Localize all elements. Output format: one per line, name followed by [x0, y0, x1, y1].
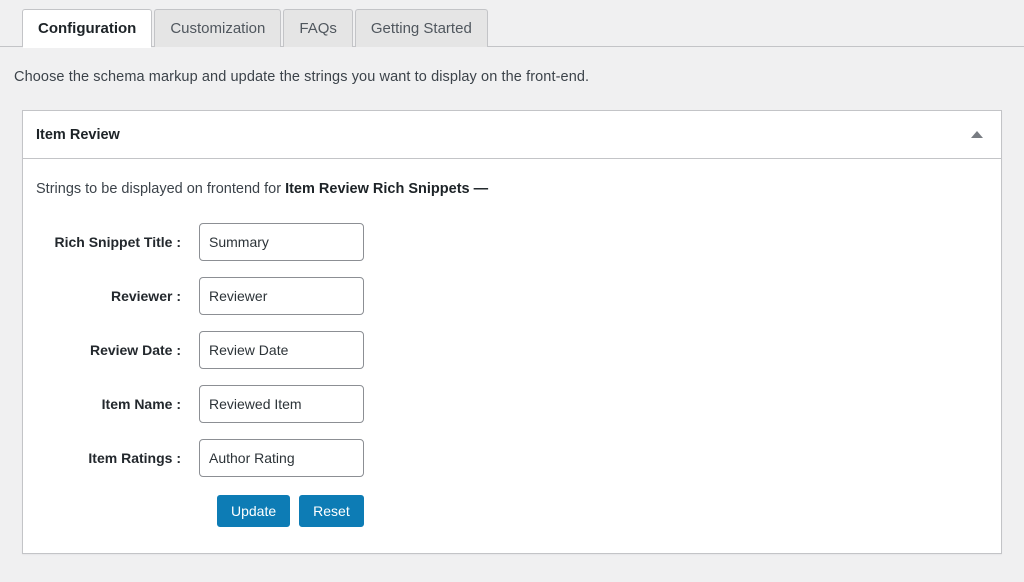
tab-strip: Configuration Customization FAQs Getting…: [0, 0, 1024, 48]
tab-configuration[interactable]: Configuration: [22, 9, 153, 48]
tab-getting-started[interactable]: Getting Started: [354, 9, 488, 47]
panel-subtitle: Strings to be displayed on frontend for …: [36, 181, 988, 197]
label-item-name: Item Name :: [101, 396, 181, 412]
label-item-ratings: Item Ratings :: [88, 450, 181, 466]
update-button[interactable]: Update: [217, 495, 291, 527]
panel-subtitle-prefix: Strings to be displayed on frontend for: [36, 181, 286, 197]
tab-customization[interactable]: Customization: [154, 9, 282, 47]
caret-up-glyph: [971, 131, 983, 138]
panel-body: Strings to be displayed on frontend for …: [23, 159, 1001, 553]
field-row-item-name: Item Name :: [36, 385, 988, 423]
label-rich-snippet-title: Rich Snippet Title :: [54, 234, 181, 250]
tab-label: Customization: [170, 20, 266, 37]
tab-label: FAQs: [299, 20, 337, 37]
item-review-panel: Item Review Strings to be displayed on f…: [22, 110, 1002, 554]
form-actions: Update Reset: [217, 495, 988, 527]
input-reviewer[interactable]: [199, 277, 364, 315]
field-row-review-date: Review Date :: [36, 331, 988, 369]
panel-header[interactable]: Item Review: [23, 111, 1001, 159]
tab-label: Getting Started: [370, 20, 472, 37]
input-review-date[interactable]: [199, 331, 364, 369]
label-reviewer: Reviewer :: [110, 288, 181, 304]
tab-label: Configuration: [38, 20, 137, 37]
input-item-ratings[interactable]: [199, 439, 364, 477]
panel-subtitle-strong: Item Review Rich Snippets —: [285, 181, 489, 197]
field-row-item-ratings: Item Ratings :: [36, 439, 988, 477]
panel-title: Item Review: [36, 126, 120, 143]
page-description: Choose the schema markup and update the …: [14, 69, 590, 85]
label-review-date: Review Date :: [89, 342, 181, 358]
input-item-name[interactable]: [199, 385, 364, 423]
caret-up-icon[interactable]: [967, 125, 987, 145]
reset-button[interactable]: Reset: [299, 495, 364, 527]
tab-faqs[interactable]: FAQs: [283, 9, 353, 47]
field-row-reviewer: Reviewer :: [36, 277, 988, 315]
field-row-rich-snippet-title: Rich Snippet Title :: [36, 223, 988, 261]
input-rich-snippet-title[interactable]: [199, 223, 364, 261]
